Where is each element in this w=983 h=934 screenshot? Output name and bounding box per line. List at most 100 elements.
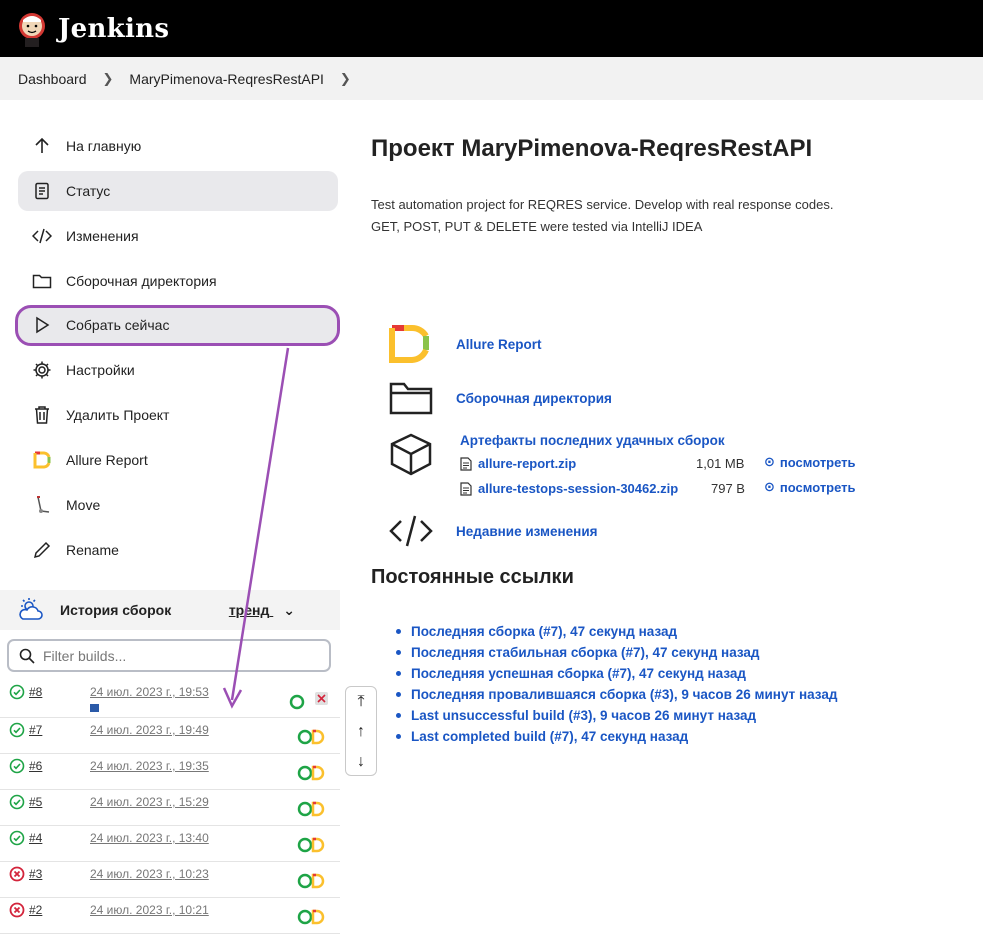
build-number[interactable]: #5 <box>29 795 42 809</box>
artifact-link[interactable]: allure-testops-session-30462.zip <box>478 481 678 496</box>
filter-builds-input[interactable]: Filter builds... <box>7 639 331 672</box>
recent-changes-link[interactable]: Недавние изменения <box>388 513 598 549</box>
trend-label[interactable]: тренд <box>229 602 270 618</box>
permalink[interactable]: Последняя стабильная сборка (#7), 47 сек… <box>411 645 760 660</box>
build-date[interactable]: 24 июл. 2023 г., 13:40 <box>90 831 209 845</box>
sidebar-item-label: Изменения <box>66 228 139 244</box>
allure-report-link[interactable]: Allure Report <box>388 324 542 364</box>
sidebar-item-status[interactable]: Статус <box>18 171 338 211</box>
package-icon <box>388 432 456 476</box>
description-line: GET, POST, PUT & DELETE were tested via … <box>371 219 703 234</box>
artifact-view[interactable]: ⊙ посмотреть <box>764 454 856 470</box>
code-icon <box>388 513 456 549</box>
sidebar-item-workspace[interactable]: Сборочная директория <box>18 261 338 301</box>
sidebar-item-settings[interactable]: Настройки <box>18 350 338 390</box>
permalink[interactable]: Last unsuccessful build (#3), 9 часов 26… <box>411 708 756 723</box>
allure-icon[interactable] <box>296 837 328 856</box>
document-icon <box>32 181 52 201</box>
success-status-icon <box>9 830 25 846</box>
artifacts-title-link[interactable]: Артефакты последних удачных сборок <box>460 433 725 448</box>
permalink[interactable]: Последняя сборка (#7), 47 секунд назад <box>411 624 677 639</box>
permalinks-title: Постоянные ссылки <box>371 566 574 588</box>
file-icon <box>460 481 472 496</box>
sidebar-item-label: Удалить Проект <box>66 407 170 423</box>
workspace-link[interactable]: Сборочная директория <box>388 380 612 416</box>
allure-icon[interactable] <box>296 765 328 784</box>
sidebar-item-label: На главную <box>66 138 142 154</box>
fingerprint-icon: ⊙ <box>764 454 775 469</box>
build-number[interactable]: #4 <box>29 831 42 845</box>
allure-icon[interactable] <box>296 909 328 928</box>
sidebar-item-build-now[interactable]: Собрать сейчас <box>18 305 338 345</box>
permalink-item: Последняя успешная сборка (#7), 47 секун… <box>396 663 837 684</box>
build-row[interactable]: #7 24 июл. 2023 г., 19:49 <box>0 718 340 754</box>
build-row[interactable]: #4 24 июл. 2023 г., 13:40 <box>0 826 340 862</box>
build-number[interactable]: #7 <box>29 723 42 737</box>
workspace-label[interactable]: Сборочная директория <box>456 391 612 406</box>
build-number[interactable]: #2 <box>29 903 42 917</box>
artifact-view-link[interactable]: посмотреть <box>780 455 856 470</box>
artifact-link[interactable]: allure-report.zip <box>478 456 576 471</box>
sidebar-item-label: Allure Report <box>66 452 148 468</box>
build-progress-bar <box>90 704 99 712</box>
build-row[interactable]: #6 24 июл. 2023 г., 19:35 <box>0 754 340 790</box>
scroll-up-icon[interactable]: ↑ <box>346 717 376 747</box>
build-row[interactable]: #2 24 июл. 2023 г., 10:21 <box>0 898 340 934</box>
build-date[interactable]: 24 июл. 2023 г., 15:29 <box>90 795 209 809</box>
arrow-up-icon <box>32 136 52 156</box>
build-date[interactable]: 24 июл. 2023 г., 19:35 <box>90 759 209 773</box>
recent-changes-label[interactable]: Недавние изменения <box>456 524 598 539</box>
bullet <box>396 713 401 718</box>
artifact-size: 1,01 MB <box>696 456 745 471</box>
sidebar-item-label: Настройки <box>66 362 135 378</box>
build-date[interactable]: 24 июл. 2023 г., 10:23 <box>90 867 209 881</box>
permalink-item: Последняя провалившаяся сборка (#3), 9 ч… <box>396 684 837 705</box>
search-icon <box>19 648 35 664</box>
build-date[interactable]: 24 июл. 2023 г., 19:49 <box>90 723 209 737</box>
permalink[interactable]: Последняя провалившаяся сборка (#3), 9 ч… <box>411 687 837 702</box>
artifacts-title[interactable]: Артефакты последних удачных сборок <box>460 433 725 448</box>
chevron-right-icon[interactable]: ❯ <box>340 71 351 87</box>
permalink[interactable]: Last completed build (#7), 47 секунд наз… <box>411 729 688 744</box>
scroll-down-icon[interactable]: ↓ <box>346 747 376 777</box>
sidebar-item-move[interactable]: Move <box>18 485 338 525</box>
allure-icon[interactable] <box>296 801 328 820</box>
breadcrumb-dashboard[interactable]: Dashboard <box>18 71 87 87</box>
success-status-icon <box>9 794 25 810</box>
build-number[interactable]: #3 <box>29 867 42 881</box>
build-row[interactable]: #8 24 июл. 2023 г., 19:53 <box>0 680 340 718</box>
chevron-down-icon[interactable]: ⌄ <box>283 602 295 619</box>
sidebar-item-home[interactable]: На главную <box>18 126 338 166</box>
allure-icon[interactable] <box>296 873 328 892</box>
breadcrumb-project[interactable]: MaryPimenova-ReqresRestAPI <box>129 71 324 87</box>
build-date[interactable]: 24 июл. 2023 г., 19:53 <box>90 685 209 699</box>
permalink[interactable]: Последняя успешная сборка (#7), 47 секун… <box>411 666 746 681</box>
sidebar-item-rename[interactable]: Rename <box>18 530 338 570</box>
trend-link[interactable]: тренд ⌄ <box>229 602 295 619</box>
artifact-view-link[interactable]: посмотреть <box>780 480 856 495</box>
scroll-top-icon[interactable]: ⤒ <box>346 687 376 717</box>
allure-icon <box>32 450 52 470</box>
build-date[interactable]: 24 июл. 2023 г., 10:21 <box>90 903 209 917</box>
bullet <box>396 629 401 634</box>
build-row[interactable]: #3 24 июл. 2023 г., 10:23 <box>0 862 340 898</box>
sidebar-item-delete[interactable]: Удалить Проект <box>18 395 338 435</box>
bullet <box>396 692 401 697</box>
success-status-icon <box>9 684 25 700</box>
build-number[interactable]: #6 <box>29 759 42 773</box>
allure-report-label[interactable]: Allure Report <box>456 337 542 352</box>
success-status-icon <box>9 722 25 738</box>
trash-icon <box>32 405 52 425</box>
cancel-build-icon[interactable] <box>315 692 328 705</box>
build-row[interactable]: #5 24 июл. 2023 г., 15:29 <box>0 790 340 826</box>
sidebar-item-allure[interactable]: Allure Report <box>18 440 338 480</box>
brand-title[interactable]: Jenkins <box>58 14 169 44</box>
artifact-view[interactable]: ⊙ посмотреть <box>764 479 856 495</box>
jenkins-logo-icon[interactable] <box>16 11 48 47</box>
sidebar-item-changes[interactable]: Изменения <box>18 216 338 256</box>
build-number[interactable]: #8 <box>29 685 42 699</box>
permalink-item: Last completed build (#7), 47 секунд наз… <box>396 726 837 747</box>
allure-icon[interactable] <box>296 729 328 748</box>
failed-status-icon <box>9 902 25 918</box>
allure-icon <box>388 324 456 364</box>
